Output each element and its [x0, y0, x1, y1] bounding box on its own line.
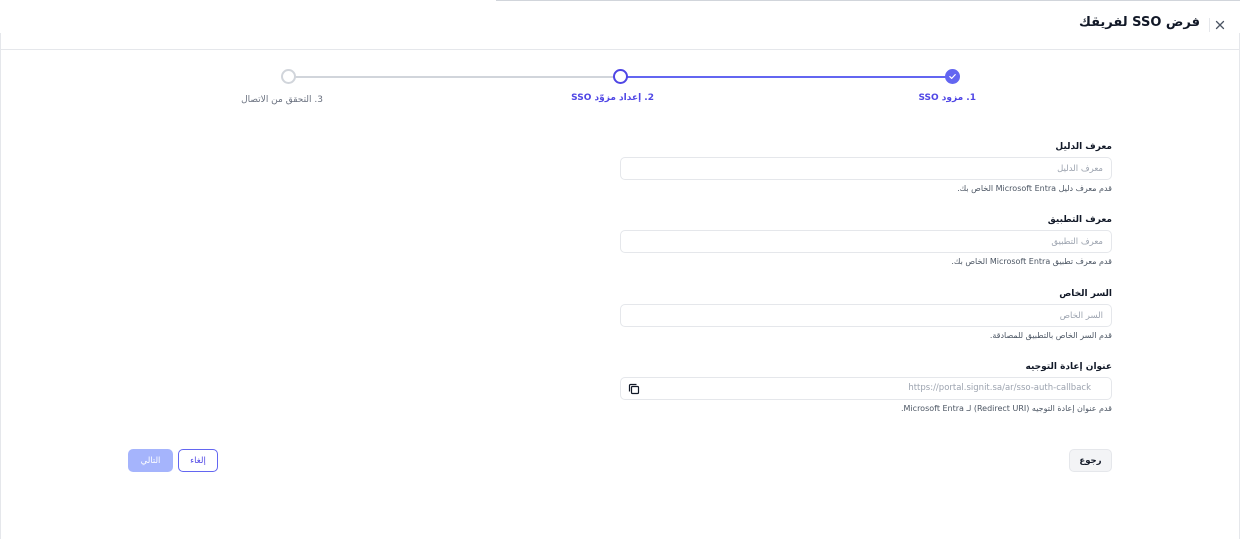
cancel-button[interactable]: إلغاء [178, 449, 218, 472]
close-icon[interactable] [1212, 17, 1228, 33]
step-3-label: 3. التحقق من الاتصال [241, 95, 323, 105]
client-secret-field: السر الخاص قدم السر الخاص بالتطبيق للمصا… [620, 287, 1112, 340]
back-button[interactable]: رجوع [1069, 449, 1112, 472]
application-id-input[interactable] [620, 230, 1112, 253]
redirect-url-label: عنوان إعادة التوجيه [1025, 362, 1112, 372]
step-2-label: 2. إعداد مزوّد SSO [571, 93, 654, 103]
check-icon [949, 74, 956, 79]
step-3-dot [281, 69, 296, 84]
redirect-url-box: https://portal.signit.sa/ar/sso-auth-cal… [620, 377, 1112, 400]
stepper-line-pending [288, 76, 620, 78]
next-button[interactable]: التالي [128, 449, 173, 472]
client-secret-help: قدم السر الخاص بالتطبيق للمصادقة. [989, 331, 1112, 340]
application-id-field: معرف التطبيق قدم معرف تطبيق Microsoft En… [620, 213, 1112, 266]
directory-id-field: معرف الدليل قدم معرف دليل Microsoft Entr… [620, 140, 1112, 193]
application-id-help: قدم معرف تطبيق Microsoft Entra الخاص بك. [951, 257, 1112, 266]
stepper: 1. مزود SSO 2. إعداد مزوّد SSO 3. التحقق… [0, 68, 1240, 118]
directory-id-help: قدم معرف دليل Microsoft Entra الخاص بك. [957, 184, 1112, 193]
directory-id-input[interactable] [620, 157, 1112, 180]
header-divider [1209, 18, 1210, 32]
application-id-label: معرف التطبيق [1047, 215, 1112, 225]
step-1-dot [945, 69, 960, 84]
redirect-url-value: https://portal.signit.sa/ar/sso-auth-cal… [908, 383, 1091, 393]
client-secret-label: السر الخاص [1059, 289, 1112, 299]
step-2-dot [613, 69, 628, 84]
copy-icon[interactable] [627, 382, 641, 396]
step-1-label: 1. مزود SSO [918, 93, 976, 103]
client-secret-input[interactable] [620, 304, 1112, 327]
modal-title: فرض SSO لفريقك [1078, 15, 1200, 30]
stepper-line-completed [620, 76, 952, 78]
redirect-url-field: عنوان إعادة التوجيه https://portal.signi… [620, 360, 1112, 413]
directory-id-label: معرف الدليل [1055, 142, 1112, 152]
redirect-url-help: قدم عنوان إعادة التوجيه (Redirect URI) ل… [901, 404, 1112, 413]
modal-header: فرض SSO لفريقك [0, 0, 1240, 50]
